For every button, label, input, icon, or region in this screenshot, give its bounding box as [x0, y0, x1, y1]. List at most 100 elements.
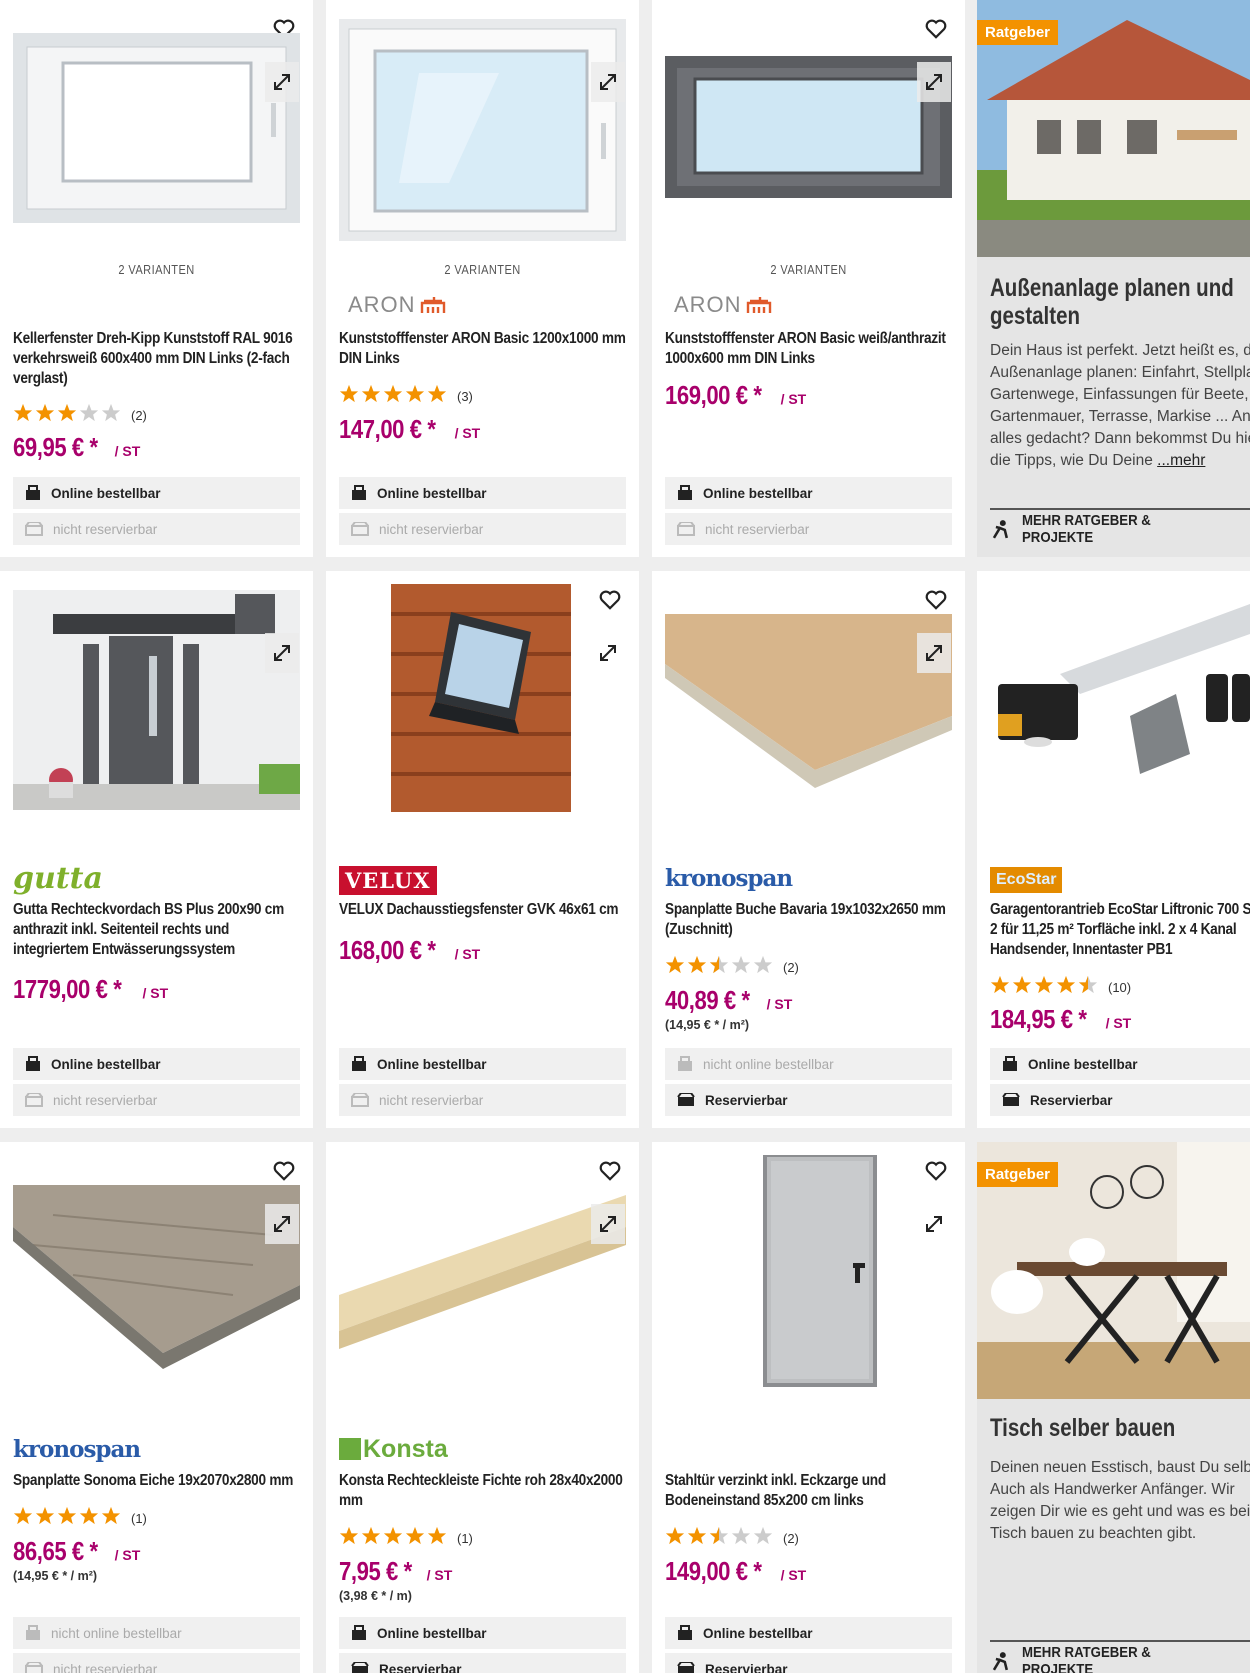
product-title[interactable]: Konsta Rechteckleiste Fichte roh 28x40x2… [339, 1471, 629, 1511]
online-status[interactable]: Online bestellbar [13, 477, 300, 509]
compare-icon[interactable] [917, 1204, 951, 1244]
product-title[interactable]: VELUX Dachausstiegsfenster GVK 46x61 cm [339, 900, 629, 920]
online-status[interactable]: Online bestellbar [13, 1048, 300, 1080]
product-image[interactable] [339, 13, 626, 253]
star-icon [101, 403, 121, 427]
product-card[interactable]: 2 VARIANTEN Kellerfenster Dreh-Kipp Kuns… [0, 0, 313, 557]
price: 147,00 € * / ST [339, 414, 480, 445]
product-card[interactable]: Stahltür verzinkt inkl. Eckzarge und Bod… [652, 1142, 965, 1673]
online-status[interactable]: nicht online bestellbar [13, 1617, 300, 1649]
price-unit: / ST [114, 1547, 141, 1563]
product-image[interactable] [339, 1155, 626, 1395]
product-card[interactable]: EcoStar Garagentorantrieb EcoStar Liftro… [977, 571, 1250, 1128]
product-image[interactable] [13, 584, 300, 824]
online-status[interactable]: nicht online bestellbar [665, 1048, 952, 1080]
guide-card[interactable]: Ratgeber Tisch selber bauen Deinen neuen… [977, 1142, 1250, 1673]
reserve-status[interactable]: nicht reservierbar [13, 513, 300, 545]
price: 86,65 € * / ST [13, 1536, 140, 1567]
star-half-icon [709, 1526, 729, 1550]
product-card[interactable]: kronospan Spanplatte Buche Bavaria 19x10… [652, 571, 965, 1128]
variants-label: 2 VARIANTEN [770, 262, 847, 277]
more-link[interactable]: ...mehr [1157, 452, 1205, 469]
store-icon [677, 1093, 695, 1106]
price-value: 7,95 € * [339, 1556, 412, 1586]
online-status[interactable]: Online bestellbar [339, 477, 626, 509]
product-image[interactable] [990, 584, 1250, 824]
star-icon [990, 975, 1010, 999]
brand-logo-aron: ARON [348, 288, 446, 322]
product-image[interactable] [339, 584, 626, 824]
product-title[interactable]: Garagentorantrieb EcoStar Liftronic 700 … [990, 900, 1250, 960]
store-icon [677, 522, 695, 536]
price-unit: / ST [1105, 1015, 1132, 1031]
star-icon [427, 384, 447, 408]
brand-logo-ecostar: EcoStar [990, 863, 1063, 897]
star-icon [339, 384, 359, 408]
store-icon [351, 1093, 369, 1107]
product-title[interactable]: Stahltür verzinkt inkl. Eckzarge und Bod… [665, 1471, 955, 1511]
product-card[interactable]: Konsta Konsta Rechteckleiste Fichte roh … [326, 1142, 639, 1673]
brand-logo-velux: VELUX [339, 863, 437, 897]
online-status[interactable]: Online bestellbar [990, 1048, 1250, 1080]
reserve-status[interactable]: nicht reservierbar [13, 1084, 300, 1116]
compare-icon[interactable] [917, 633, 951, 673]
cart-icon [26, 1625, 40, 1640]
online-status[interactable]: Online bestellbar [665, 1617, 952, 1649]
online-status[interactable]: Online bestellbar [665, 477, 952, 509]
guide-title[interactable]: Tisch selber bauen [990, 1414, 1250, 1442]
rating-count: (2) [783, 959, 799, 975]
price-unit: / ST [766, 996, 793, 1012]
reserve-status[interactable]: Reservierbar [665, 1084, 952, 1116]
guide-text: Dein Haus ist perfekt. Jetzt heißt es, d… [990, 342, 1250, 469]
product-title[interactable]: Spanplatte Sonoma Eiche 19x2070x2800 mm [13, 1471, 303, 1491]
product-card[interactable]: VELUX VELUX Dachausstiegsfenster GVK 46x… [326, 571, 639, 1128]
rating-count: (2) [131, 407, 147, 423]
brand-logo-konsta: Konsta [339, 1432, 448, 1466]
product-image[interactable] [665, 584, 952, 824]
compare-icon[interactable] [591, 1204, 625, 1244]
product-card[interactable]: 2 VARIANTEN ARON Kunststofffenster ARON … [652, 0, 965, 557]
product-card[interactable]: kronospan Spanplatte Sonoma Eiche 19x207… [0, 1142, 313, 1673]
compare-icon[interactable] [591, 62, 625, 102]
rating: (2) [13, 403, 147, 427]
online-status[interactable]: Online bestellbar [339, 1048, 626, 1080]
store-icon [677, 1662, 695, 1673]
more-guides-link[interactable]: MEHR RATGEBER & PROJEKTE [990, 1640, 1250, 1673]
price-value: 169,00 € * [665, 380, 762, 410]
guide-card[interactable]: Ratgeber Außenanlage planen und gestalte… [977, 0, 1250, 557]
reserve-status[interactable]: Reservierbar [665, 1653, 952, 1673]
rating-count: (3) [457, 388, 473, 404]
reserve-status[interactable]: Reservierbar [339, 1653, 626, 1673]
more-guides-link[interactable]: MEHR RATGEBER & PROJEKTE [990, 508, 1250, 548]
product-title[interactable]: Kunststofffenster ARON Basic weiß/anthra… [665, 329, 955, 369]
product-title[interactable]: Spanplatte Buche Bavaria 19x1032x2650 mm… [665, 900, 955, 940]
product-title[interactable]: Kellerfenster Dreh-Kipp Kunststoff RAL 9… [13, 329, 303, 389]
product-title[interactable]: Gutta Rechteckvordach BS Plus 200x90 cm … [13, 900, 303, 960]
rating: (3) [339, 384, 473, 408]
product-image[interactable] [665, 13, 952, 253]
product-title[interactable]: Kunststofffenster ARON Basic 1200x1000 m… [339, 329, 629, 369]
star-half-icon [709, 955, 729, 979]
price-value: 184,95 € * [990, 1004, 1087, 1034]
product-card[interactable]: 2 VARIANTEN ARON Kunststofffenster ARON … [326, 0, 639, 557]
product-image[interactable] [13, 13, 300, 253]
price-unit: / ST [780, 1567, 807, 1583]
compare-icon[interactable] [265, 1204, 299, 1244]
reserve-status[interactable]: nicht reservierbar [339, 1084, 626, 1116]
price-value: 168,00 € * [339, 935, 436, 965]
product-image[interactable] [665, 1155, 952, 1395]
compare-icon[interactable] [591, 633, 625, 673]
star-icon [35, 403, 55, 427]
online-status[interactable]: Online bestellbar [339, 1617, 626, 1649]
compare-icon[interactable] [917, 62, 951, 102]
product-card[interactable]: gutta Gutta Rechteckvordach BS Plus 200x… [0, 571, 313, 1128]
reserve-status[interactable]: nicht reservierbar [339, 513, 626, 545]
price: 169,00 € * / ST [665, 380, 806, 411]
reserve-status[interactable]: nicht reservierbar [665, 513, 952, 545]
product-image[interactable] [13, 1155, 300, 1395]
reserve-status[interactable]: nicht reservierbar [13, 1653, 300, 1673]
compare-icon[interactable] [265, 62, 299, 102]
compare-icon[interactable] [265, 633, 299, 673]
reserve-status[interactable]: Reservierbar [990, 1084, 1250, 1116]
guide-title[interactable]: Außenanlage planen und gestalten [990, 274, 1250, 330]
